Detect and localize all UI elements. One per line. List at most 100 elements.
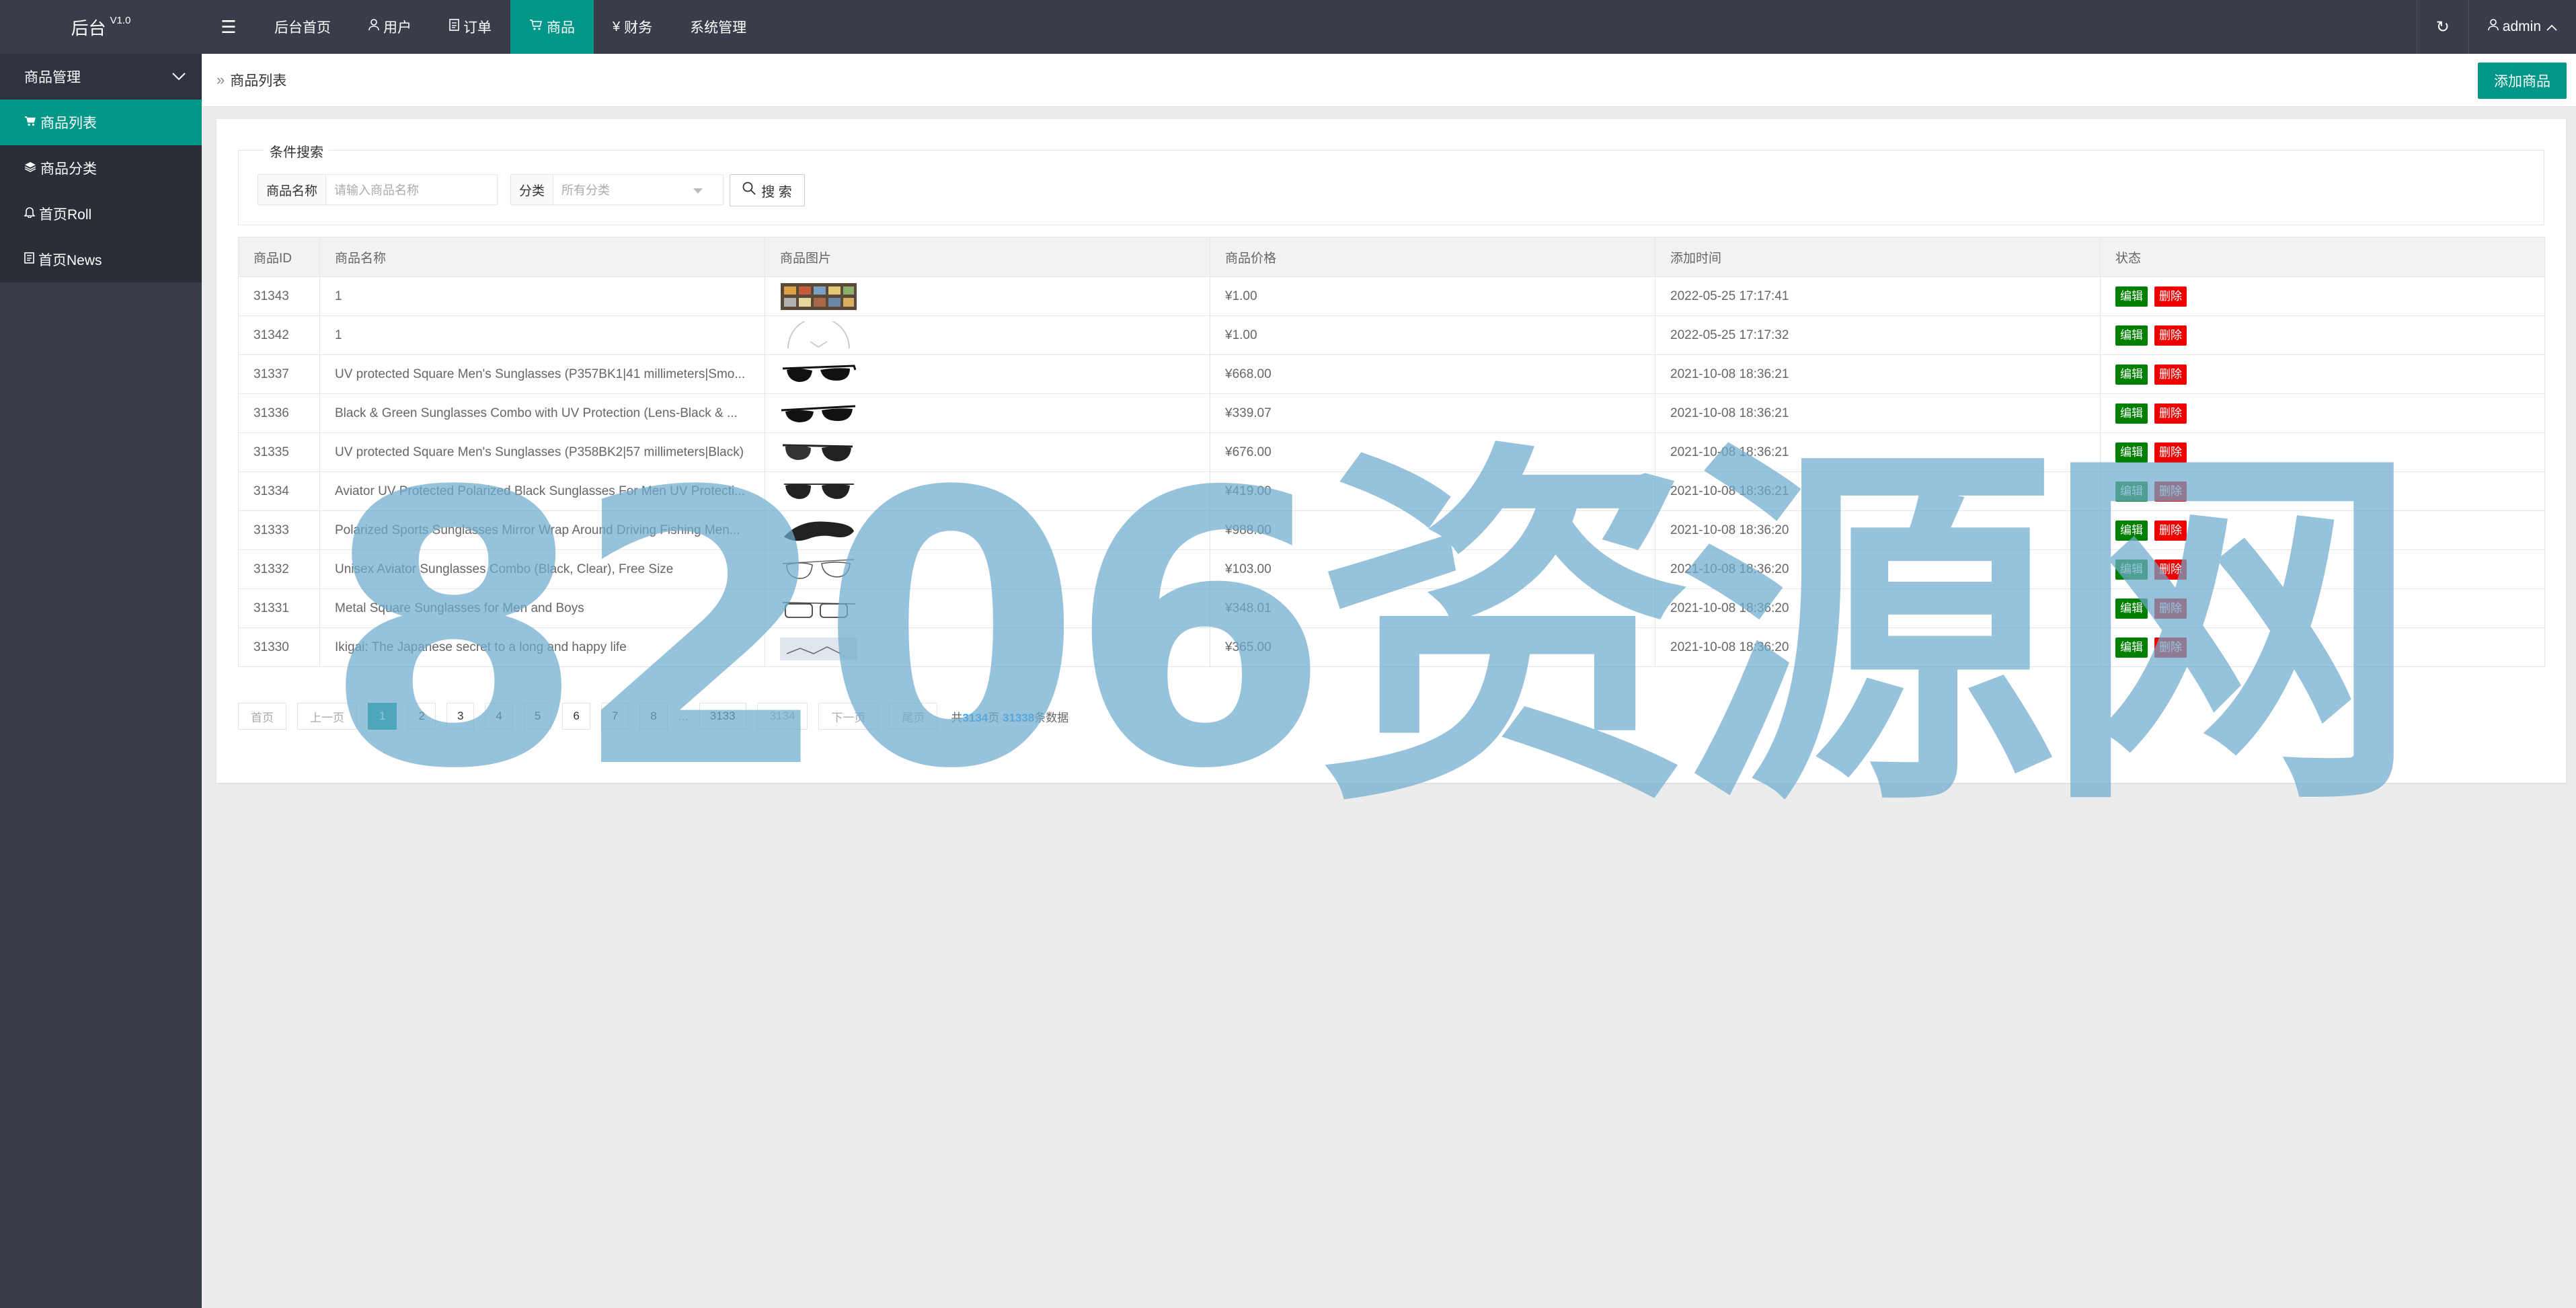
product-image[interactable]	[780, 360, 857, 389]
cell-image	[765, 354, 1210, 394]
col-header: 商品图片	[765, 237, 1210, 277]
cell-id: 31331	[238, 588, 320, 628]
col-header: 添加时间	[1655, 237, 2101, 277]
category-select-value: 所有分类	[561, 184, 611, 197]
cell-price: ¥668.00	[1210, 354, 1655, 394]
product-image[interactable]	[780, 321, 857, 350]
sidebar-item-home-roll[interactable]: 首页Roll	[0, 191, 202, 237]
cell-id: 31334	[238, 471, 320, 511]
cell-id: 31332	[238, 549, 320, 589]
cell-actions: 编辑 删除	[2100, 315, 2545, 355]
sidebar-item-home-news[interactable]: 首页News	[0, 237, 202, 282]
product-name-label: 商品名称	[258, 175, 327, 204]
search-legend: 条件搜索	[264, 141, 329, 161]
edit-button[interactable]: 编辑	[2115, 286, 2148, 307]
table-row: 31337 UV protected Square Men's Sunglass…	[238, 354, 2545, 394]
menu-toggle-icon[interactable]: ☰	[202, 0, 256, 54]
page-first[interactable]: 首页	[238, 703, 286, 730]
cell-actions: 编辑 删除	[2100, 354, 2545, 394]
nav-label: 用户	[383, 20, 412, 36]
sidebar-item-label: 首页News	[38, 253, 102, 268]
search-button[interactable]: 搜 索	[730, 174, 805, 206]
nav-label: 商品	[547, 20, 575, 36]
sidebar-item-label: 商品分类	[40, 161, 97, 177]
sidebar-item-label: 商品列表	[40, 116, 97, 131]
nav-label: 订单	[463, 20, 492, 36]
yen-icon: ¥	[613, 19, 621, 34]
breadcrumb: » 商品列表	[217, 54, 286, 106]
sidebar-group-label: 商品管理	[24, 70, 81, 85]
cell-id: 31342	[238, 315, 320, 355]
nav-label: 财务	[624, 20, 653, 36]
cell-name: UV protected Square Men's Sunglasses (P3…	[319, 354, 765, 394]
search-icon	[742, 182, 756, 199]
cell-time: 2021-10-08 18:36:21	[1655, 354, 2101, 394]
top-right: ↻ admin	[2416, 0, 2576, 54]
cell-time: 2022-05-25 17:17:32	[1655, 315, 2101, 355]
cell-name: 1	[319, 315, 765, 355]
nav-system[interactable]: 系统管理	[671, 0, 765, 54]
cart-icon	[529, 19, 543, 35]
search-button-label: 搜 索	[761, 184, 792, 200]
version-label: V1.0	[110, 14, 131, 26]
chevron-up-icon	[2546, 19, 2557, 35]
cell-price: ¥1.00	[1210, 276, 1655, 316]
cell-image	[765, 315, 1210, 355]
user-name: admin	[2502, 19, 2541, 34]
col-header: 商品价格	[1210, 237, 1655, 277]
nav-orders[interactable]: 订单	[430, 0, 510, 54]
nav-finance[interactable]: ¥ 财务	[594, 0, 671, 54]
nav-products[interactable]: 商品	[510, 0, 594, 54]
delete-button[interactable]: 删除	[2154, 286, 2187, 307]
cell-image	[765, 276, 1210, 316]
sidebar: 商品管理 商品列表 商品分类 首页Roll 首页News	[0, 54, 202, 1308]
nav-label: 后台首页	[274, 20, 331, 36]
edit-button[interactable]: 编辑	[2115, 325, 2148, 346]
cell-time: 2022-05-25 17:17:41	[1655, 276, 2101, 316]
cell-id: 31330	[238, 627, 320, 667]
col-header: 商品名称	[319, 237, 765, 277]
user-menu[interactable]: admin	[2469, 0, 2576, 54]
caret-down-icon	[693, 183, 703, 197]
bell-icon	[24, 206, 36, 221]
user-icon	[368, 19, 379, 35]
sidebar-item-label: 首页Roll	[39, 207, 92, 223]
category-select[interactable]: 所有分类	[553, 175, 711, 204]
product-name-input[interactable]: 请输入商品名称	[326, 175, 497, 204]
category-field: 分类 所有分类	[510, 174, 724, 205]
search-fieldset: 条件搜索 商品名称 请输入商品名称 分类 所有分类 搜 索	[238, 141, 2544, 225]
cell-id: 31336	[238, 393, 320, 433]
nav-users[interactable]: 用户	[350, 0, 430, 54]
table-row: 31343 1 ¥1.00 2022-05-25 17:17:41 编辑 删除	[238, 276, 2545, 316]
top-bar: 后台 V1.0 ☰ 后台首页 用户 订单 商品 ¥ 财务 系统管理 ↻ admin	[0, 0, 2576, 54]
chevron-down-icon	[172, 69, 186, 85]
logo[interactable]: 后台 V1.0	[0, 0, 202, 54]
sidebar-item-product-category[interactable]: 商品分类	[0, 145, 202, 191]
breadcrumb-current: 商品列表	[230, 73, 287, 89]
watermark: 8206资源网	[323, 413, 2420, 851]
logo-text: 后台	[71, 17, 106, 38]
table-header-row: 商品ID 商品名称 商品图片 商品价格 添加时间 状态	[238, 237, 2545, 277]
col-header: 商品ID	[238, 237, 320, 277]
edit-button[interactable]: 编辑	[2115, 364, 2148, 385]
add-product-button[interactable]: 添加商品	[2478, 63, 2567, 99]
cell-actions: 编辑 删除	[2100, 276, 2545, 316]
product-name-field: 商品名称 请输入商品名称	[258, 174, 498, 205]
refresh-icon[interactable]: ↻	[2416, 0, 2469, 54]
cell-id: 31337	[238, 354, 320, 394]
sidebar-group-products[interactable]: 商品管理	[0, 54, 202, 100]
delete-button[interactable]: 删除	[2154, 364, 2187, 385]
cart-icon	[24, 116, 36, 130]
category-label: 分类	[511, 175, 554, 204]
delete-button[interactable]: 删除	[2154, 325, 2187, 346]
nav-label: 系统管理	[690, 20, 747, 36]
breadcrumb-bar: » 商品列表 添加商品	[202, 54, 2576, 107]
table-row: 31342 1 ¥1.00 2022-05-25 17:17:32 编辑 删除	[238, 315, 2545, 355]
nav-home[interactable]: 后台首页	[256, 0, 350, 54]
file-icon	[449, 19, 459, 35]
sidebar-item-product-list[interactable]: 商品列表	[0, 100, 202, 145]
product-image[interactable]	[780, 282, 857, 311]
cell-price: ¥1.00	[1210, 315, 1655, 355]
cell-id: 31333	[238, 510, 320, 550]
layers-icon	[24, 161, 36, 176]
